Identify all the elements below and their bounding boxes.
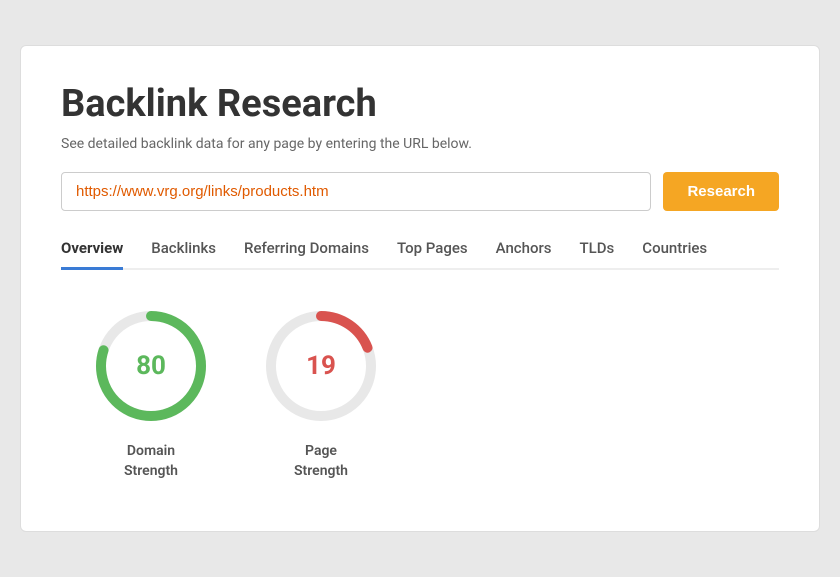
research-button[interactable]: Research [663, 172, 779, 211]
main-card: Backlink Research See detailed backlink … [20, 45, 820, 532]
url-input[interactable] [61, 172, 651, 211]
tab-top-pages[interactable]: Top Pages [397, 239, 468, 270]
metric-label-domain-strength: DomainStrength [124, 442, 178, 481]
donut-chart-page-strength: 19 [261, 306, 381, 426]
tab-anchors[interactable]: Anchors [496, 239, 552, 270]
metric-domain-strength: 80 DomainStrength [91, 306, 211, 481]
donut-value-page-strength: 19 [306, 351, 336, 381]
tab-overview[interactable]: Overview [61, 239, 123, 270]
tab-tlds[interactable]: TLDs [580, 239, 615, 270]
metrics-row: 80 DomainStrength 19 PageStrength [61, 306, 779, 481]
donut-value-domain-strength: 80 [136, 351, 166, 381]
subtitle: See detailed backlink data for any page … [61, 136, 779, 152]
tab-countries[interactable]: Countries [642, 239, 707, 270]
search-row: Research [61, 172, 779, 211]
tab-referring-domains[interactable]: Referring Domains [244, 239, 369, 270]
tabs-nav: Overview Backlinks Referring Domains Top Pa… [61, 239, 779, 270]
page-title: Backlink Research [61, 82, 779, 126]
metric-page-strength: 19 PageStrength [261, 306, 381, 481]
tab-backlinks[interactable]: Backlinks [151, 239, 216, 270]
donut-chart-domain-strength: 80 [91, 306, 211, 426]
metric-label-page-strength: PageStrength [294, 442, 348, 481]
